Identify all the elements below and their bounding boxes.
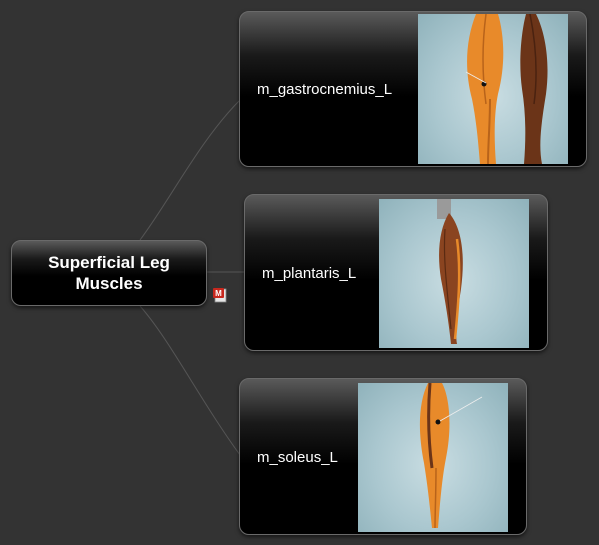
child-node-plantaris[interactable]: m_plantaris_L: [244, 194, 548, 351]
child-label: m_plantaris_L: [262, 265, 357, 282]
child-node-gastrocnemius[interactable]: m_gastrocnemius_L: [239, 11, 587, 167]
child-label: m_soleus_L: [257, 449, 338, 466]
leg-muscle-soleus-image: [358, 383, 508, 532]
connector-to-gastrocnemius: [139, 99, 241, 241]
root-topic-title: Superficial Leg Muscles: [48, 253, 170, 293]
connector-to-soleus: [139, 305, 241, 456]
child-node-soleus[interactable]: m_soleus_L: [239, 378, 527, 535]
leg-muscle-plantaris-image: [379, 199, 529, 348]
root-topic-node[interactable]: Superficial Leg Muscles: [11, 240, 207, 306]
mind-map-canvas: Superficial Leg Muscles M m_gastrocnemiu…: [0, 0, 599, 545]
svg-text:M: M: [215, 289, 222, 298]
child-label: m_gastrocnemius_L: [257, 81, 393, 98]
mindmap-attachment-icon[interactable]: M: [212, 287, 228, 303]
leg-muscle-gastrocnemius-image: [418, 14, 568, 164]
